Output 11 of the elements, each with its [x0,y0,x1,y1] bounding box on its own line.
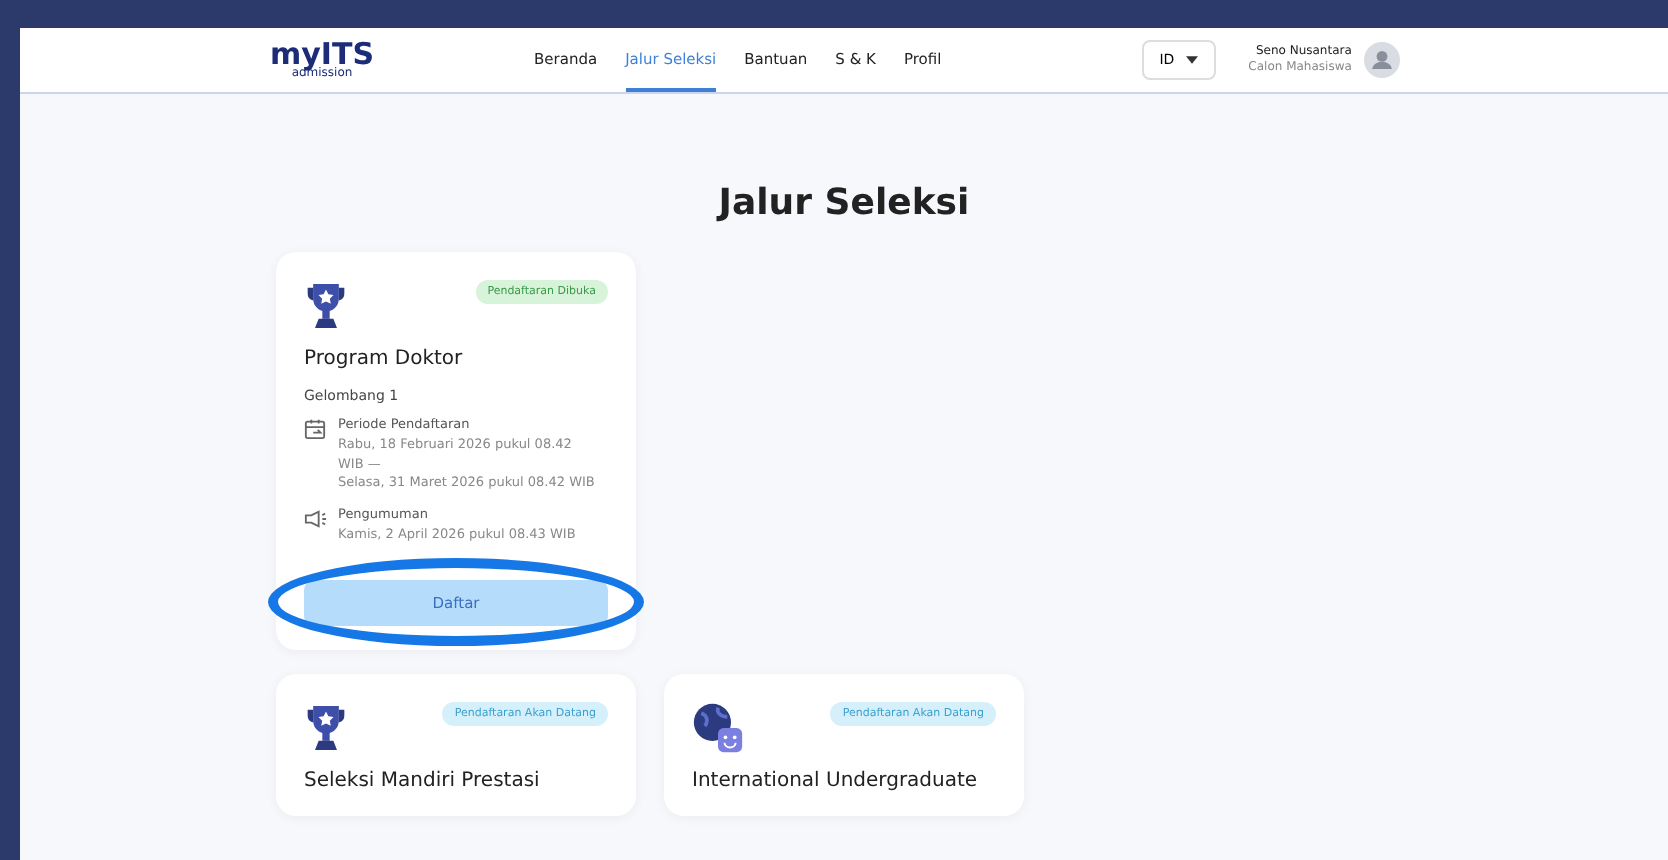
trophy-icon [304,701,348,753]
card-title: International Undergraduate [692,769,980,791]
caret-icon [1186,56,1199,64]
card-title: Seleksi Mandiri Prestasi [304,769,542,791]
megaphone-icon [304,508,326,530]
calendar-icon [304,418,326,440]
globe-icon [692,701,744,753]
card-title: Program Doktor [304,348,465,370]
avatar-icon[interactable] [1363,42,1400,78]
trophy-icon [304,280,348,332]
page-title: Jalur Seleksi [714,182,972,224]
